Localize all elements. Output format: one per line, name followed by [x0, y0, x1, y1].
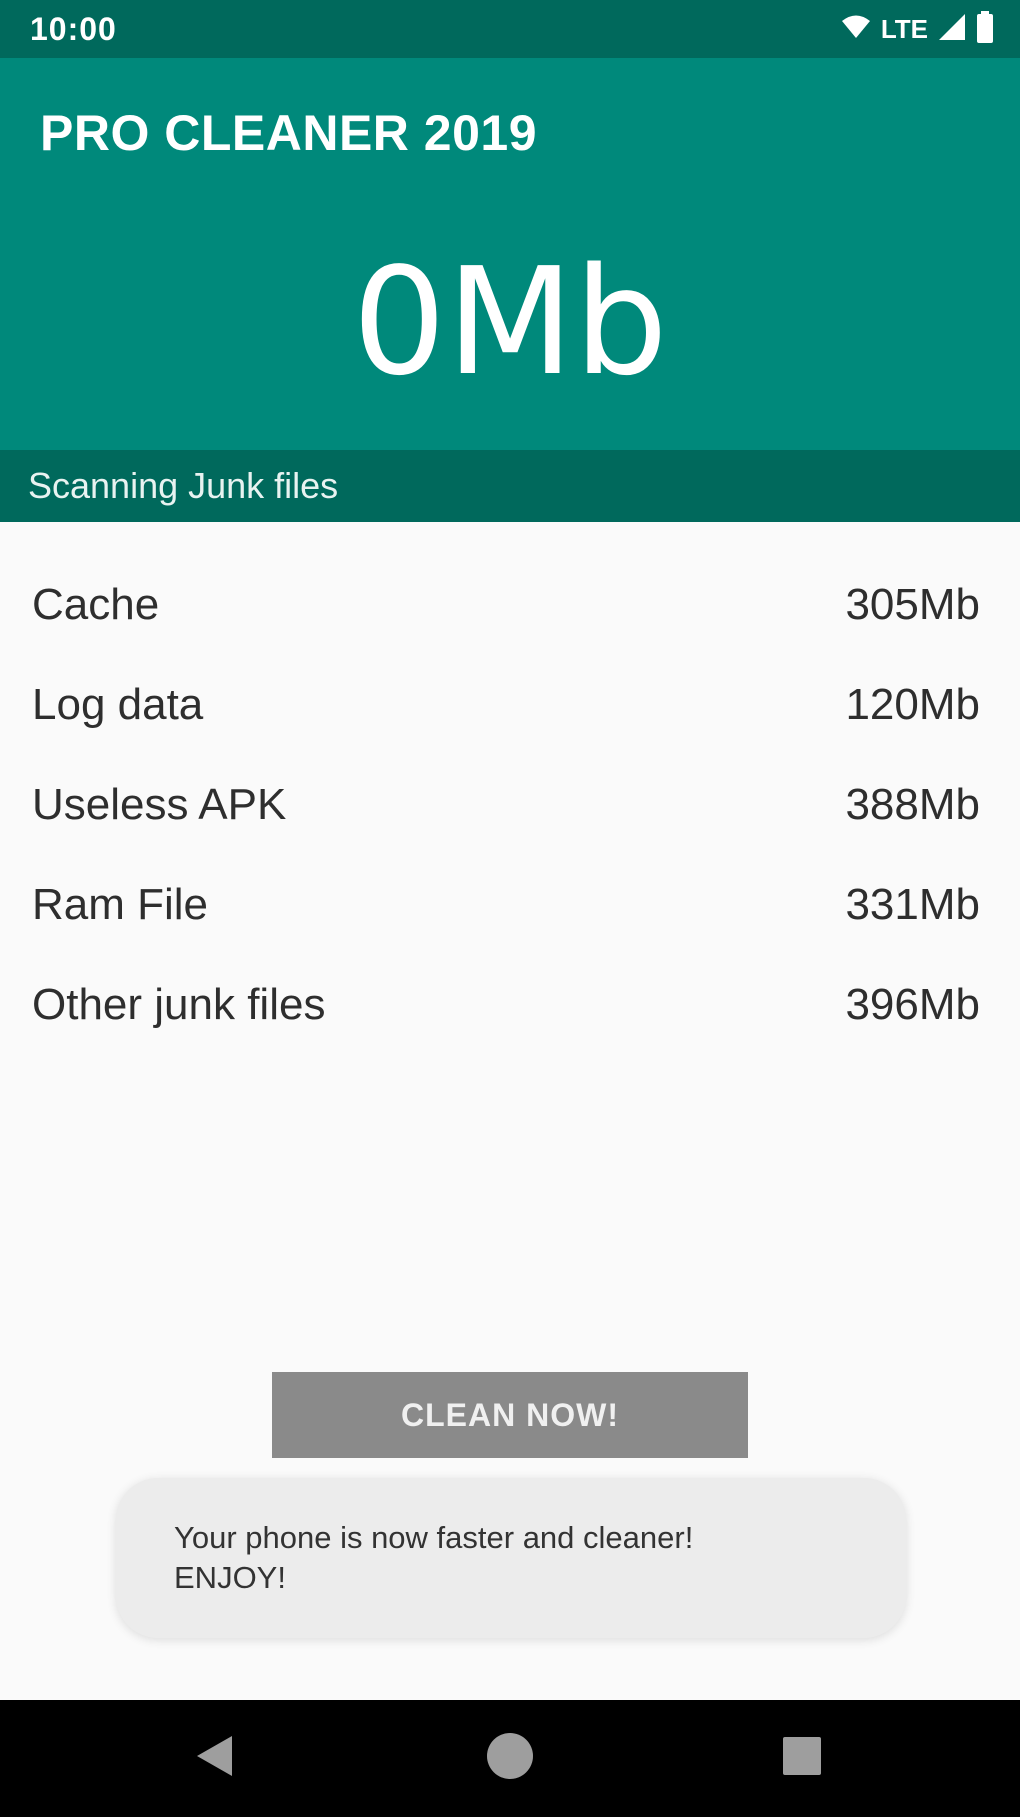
status-time: 10:00	[30, 10, 117, 47]
battery-icon	[976, 10, 994, 48]
junk-size: 388Mb	[845, 780, 980, 829]
junk-row-useless-apk: Useless APK 388Mb	[0, 755, 1020, 855]
junk-size: 396Mb	[845, 980, 980, 1029]
clean-now-button[interactable]: CLEAN NOW!	[272, 1372, 748, 1458]
junk-row-other: Other junk files 396Mb	[0, 955, 1020, 1055]
app-header: PRO CLEANER 2019 0Mb	[0, 58, 1020, 450]
back-button[interactable]	[164, 1700, 264, 1817]
recents-icon	[782, 1736, 822, 1781]
recents-button[interactable]	[752, 1700, 852, 1817]
home-button[interactable]	[460, 1700, 560, 1817]
junk-label: Other junk files	[32, 980, 326, 1029]
junk-size: 331Mb	[845, 880, 980, 929]
junk-label: Cache	[32, 580, 160, 629]
junk-size: 305Mb	[845, 580, 980, 629]
status-icons: LTE	[841, 10, 994, 48]
junk-list: Cache 305Mb Log data 120Mb Useless APK 3…	[0, 555, 1020, 1055]
home-icon	[486, 1732, 534, 1785]
junk-size: 120Mb	[845, 680, 980, 729]
junk-row-log-data: Log data 120Mb	[0, 655, 1020, 755]
back-icon	[194, 1734, 234, 1783]
scan-status-bar: Scanning Junk files	[0, 450, 1020, 522]
toast-line-1: Your phone is now faster and cleaner!	[174, 1520, 694, 1555]
navigation-bar	[0, 1700, 1020, 1817]
app-title: PRO CLEANER 2019	[40, 105, 538, 161]
wifi-icon	[841, 14, 871, 45]
toast-message: Your phone is now faster and cleaner! EN…	[116, 1478, 906, 1638]
junk-row-ram-file: Ram File 331Mb	[0, 855, 1020, 955]
status-bar: 10:00 LTE	[0, 0, 1020, 58]
total-junk-size: 0Mb	[352, 236, 668, 408]
scan-status-text: Scanning Junk files	[28, 465, 339, 506]
junk-row-cache: Cache 305Mb	[0, 555, 1020, 655]
junk-label: Useless APK	[32, 780, 287, 829]
junk-label: Ram File	[32, 880, 209, 929]
cell-signal-icon	[938, 13, 966, 46]
toast-line-2: ENJOY!	[174, 1560, 286, 1595]
network-type: LTE	[880, 13, 928, 44]
junk-label: Log data	[32, 680, 204, 729]
